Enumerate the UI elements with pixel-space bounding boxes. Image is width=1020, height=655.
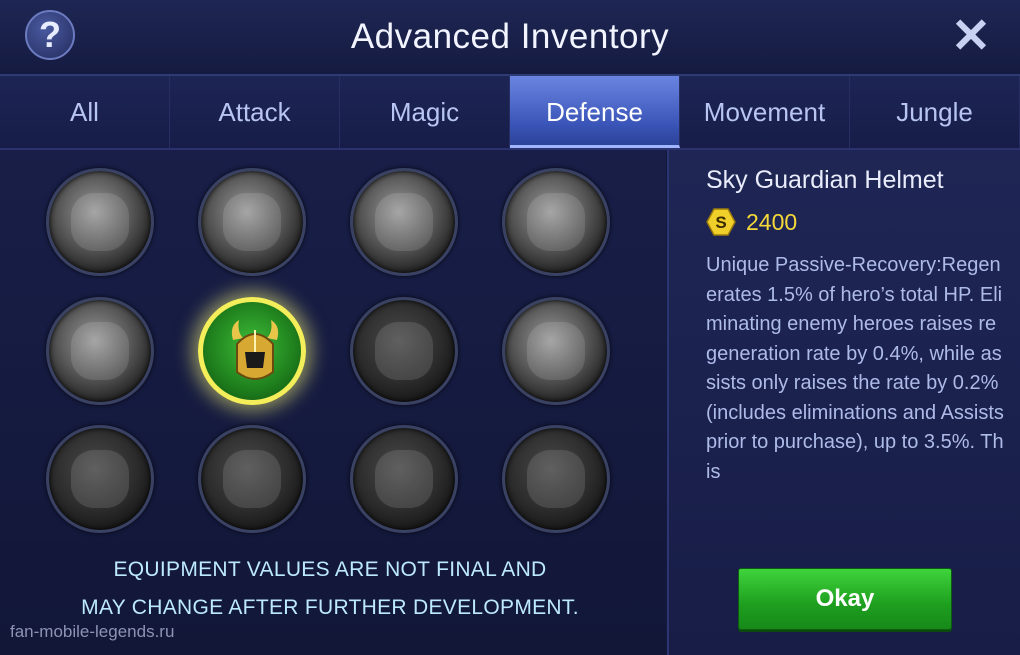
close-icon[interactable]: ✕ [948, 13, 994, 61]
item-slot-12[interactable] [502, 425, 610, 533]
tab-all[interactable]: All [0, 76, 170, 148]
notice-line-1: EQUIPMENT VALUES ARE NOT FINAL AND [113, 558, 547, 581]
item-slot-1[interactable] [46, 168, 154, 276]
item-slot-7[interactable] [350, 297, 458, 405]
item-detail-panel: Sky Guardian Helmet S 2400 Unique Passiv… [667, 150, 1020, 655]
watermark: fan-mobile-legends.ru [10, 622, 175, 641]
tab-jungle[interactable]: Jungle [850, 76, 1020, 148]
tab-attack[interactable]: Attack [170, 76, 340, 148]
item-slot-5[interactable] [46, 297, 154, 405]
item-slot-9[interactable] [46, 425, 154, 533]
item-description: Unique Passive-Recovery:Regenerates 1.5%… [706, 254, 1004, 483]
item-grid: EQUIPMENT VALUES ARE NOT FINAL AND MAY C… [0, 150, 666, 655]
item-price: 2400 [746, 209, 798, 235]
item-slot-10[interactable] [198, 425, 306, 533]
tab-movement[interactable]: Movement [680, 76, 850, 148]
item-slot-11[interactable] [350, 425, 458, 533]
gold-coin-icon: S [706, 208, 736, 236]
item-slot-4[interactable] [502, 168, 610, 276]
item-name: Sky Guardian Helmet [706, 166, 944, 194]
item-slot-3[interactable] [350, 168, 458, 276]
tab-defense[interactable]: Defense [510, 76, 680, 148]
page-title: Advanced Inventory [350, 17, 670, 56]
item-slot-sky-guardian-helmet[interactable] [198, 297, 306, 405]
category-tabs: All Attack Magic Defense Movement Jungle [0, 76, 1020, 150]
tab-magic[interactable]: Magic [340, 76, 510, 148]
item-slot-8[interactable] [502, 297, 610, 405]
item-slot-2[interactable] [198, 168, 306, 276]
svg-text:S: S [715, 213, 726, 232]
sky-guardian-helmet-icon [231, 320, 279, 380]
okay-button[interactable]: Okay [738, 568, 952, 630]
header-bar: ? Advanced Inventory ✕ [0, 0, 1020, 76]
notice-line-2: MAY CHANGE AFTER FURTHER DEVELOPMENT. [81, 596, 579, 619]
